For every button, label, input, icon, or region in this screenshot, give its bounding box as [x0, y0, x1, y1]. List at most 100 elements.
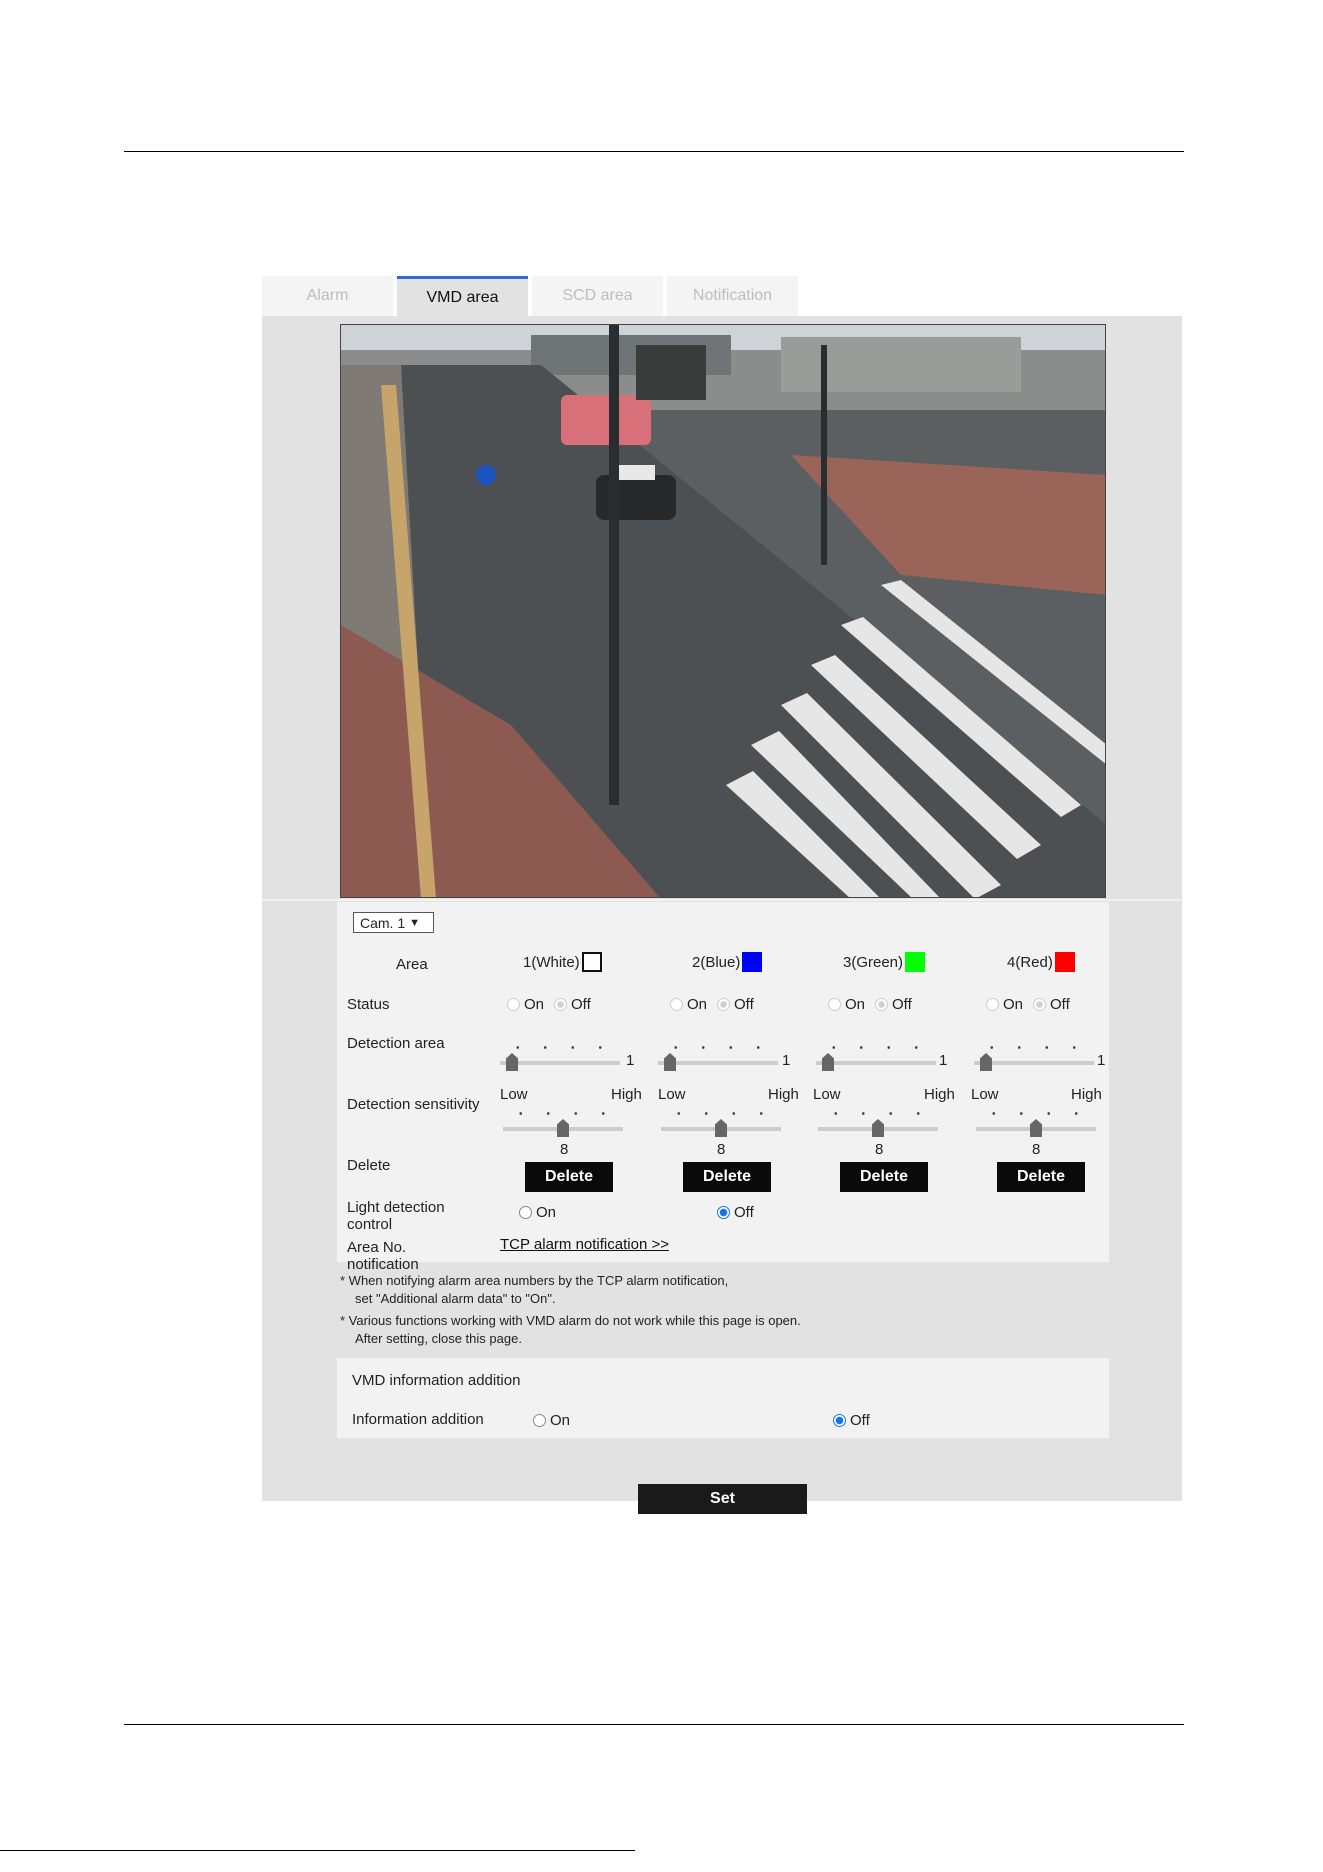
area-2-detection-area-slider[interactable]	[658, 1044, 778, 1074]
area-2-high-label: High	[768, 1086, 799, 1103]
information-addition-on-radio[interactable]	[533, 1414, 546, 1427]
light-detection-label: Light detection control	[347, 1199, 445, 1233]
area-2-detection-area-thumb[interactable]	[664, 1053, 676, 1071]
tab-alarm[interactable]: Alarm	[262, 276, 393, 316]
light-detection-off-radio[interactable]	[717, 1206, 730, 1219]
area-1-detection-area-value: 1	[626, 1052, 635, 1069]
area-2-detection-area-value: 1	[782, 1052, 791, 1069]
area-4-delete-button[interactable]: Delete	[997, 1162, 1085, 1192]
area-no-label-line1: Area No.	[347, 1239, 407, 1256]
area-2-delete-button[interactable]: Delete	[683, 1162, 771, 1192]
set-button[interactable]: Set	[638, 1484, 807, 1514]
information-addition-label: Information addition	[352, 1411, 484, 1428]
area-4-detection-area-slider[interactable]	[974, 1044, 1094, 1074]
area-2-color-swatch	[742, 952, 763, 972]
area-3-sensitivity-thumb[interactable]	[872, 1119, 884, 1137]
area-1-header: 1(White)	[523, 952, 602, 972]
area-4-status-off-label: Off	[1050, 996, 1070, 1013]
area-2-header: 2(Blue)	[692, 952, 763, 972]
area-4-sensitivity-thumb[interactable]	[1030, 1119, 1042, 1137]
tab-notification[interactable]: Notification	[667, 276, 798, 316]
slider-ticks	[504, 1046, 616, 1049]
area-1-low-label: Low	[500, 1086, 528, 1103]
light-detection-label-line2: control	[347, 1216, 393, 1233]
area-4-detection-area-value: 1	[1097, 1052, 1106, 1069]
area-2-sensitivity-slider[interactable]	[661, 1110, 781, 1140]
light-detection-off: Off	[717, 1204, 754, 1221]
area-3-sensitivity-slider[interactable]	[818, 1110, 938, 1140]
tcp-alarm-notification-link[interactable]: TCP alarm notification >>	[500, 1236, 669, 1253]
area-3-detection-area-thumb[interactable]	[822, 1053, 834, 1071]
area-4-sensitivity-slider[interactable]	[976, 1110, 1096, 1140]
area-4-sensitivity-value: 8	[1032, 1141, 1041, 1158]
area-2-low-label: Low	[658, 1086, 686, 1103]
delete-label: Delete	[347, 1157, 391, 1174]
slider-track	[500, 1061, 620, 1065]
area-4-detection-area-thumb[interactable]	[980, 1053, 992, 1071]
tab-scd-area[interactable]: SCD area	[532, 276, 663, 316]
area-2-sensitivity-thumb[interactable]	[715, 1119, 727, 1137]
area-1-sensitivity-thumb[interactable]	[557, 1119, 569, 1137]
area-3-high-label: High	[924, 1086, 955, 1103]
area-3-name: 3(Green)	[843, 953, 904, 971]
footnote-rule	[0, 1850, 635, 1851]
area-2-sensitivity-value: 8	[717, 1141, 726, 1158]
area-1-status-on-radio[interactable]	[507, 998, 520, 1011]
area-4-high-label: High	[1071, 1086, 1102, 1103]
slider-ticks	[980, 1112, 1092, 1115]
area-3-sensitivity-value: 8	[875, 1141, 884, 1158]
light-detection-on-label: On	[536, 1204, 557, 1221]
tab-vmd-area[interactable]: VMD area	[397, 276, 528, 316]
slider-track	[974, 1061, 1094, 1065]
area-3-detection-area-value: 1	[939, 1052, 948, 1069]
area-4-status-on-radio[interactable]	[986, 998, 999, 1011]
area-1-sensitivity-slider[interactable]	[503, 1110, 623, 1140]
light-detection-label-line1: Light detection	[347, 1199, 445, 1216]
area-1-status: On Off	[507, 996, 591, 1013]
area-3-header: 3(Green)	[843, 952, 926, 972]
slider-ticks	[820, 1046, 932, 1049]
camera-select[interactable]: Cam. 1 ▼	[353, 912, 434, 933]
area-4-status: On Off	[986, 996, 1070, 1013]
area-2-status-off-radio[interactable]	[717, 998, 731, 1011]
status-label: Status	[347, 996, 390, 1013]
area-1-status-off-label: Off	[571, 996, 591, 1013]
note-2-line-2: After setting, close this page.	[355, 1331, 522, 1346]
slider-ticks	[507, 1112, 619, 1115]
light-detection-on: On	[519, 1204, 556, 1221]
detection-area-label: Detection area	[347, 1035, 445, 1052]
street-scene-illustration	[341, 325, 1105, 897]
note-1-line-2: set "Additional alarm data" to "On".	[355, 1291, 556, 1306]
information-addition-off-radio[interactable]	[833, 1414, 846, 1427]
area-1-status-off-radio[interactable]	[554, 998, 568, 1011]
area-4-low-label: Low	[971, 1086, 999, 1103]
area-4-header: 4(Red)	[1007, 952, 1075, 972]
area-4-status-on-label: On	[1003, 996, 1024, 1013]
area-1-high-label: High	[611, 1086, 642, 1103]
area-3-status: On Off	[828, 996, 912, 1013]
area-3-color-swatch	[905, 952, 926, 972]
area-3-status-on-radio[interactable]	[828, 998, 841, 1011]
area-1-status-on-label: On	[524, 996, 545, 1013]
information-addition-off: Off	[833, 1412, 870, 1429]
area-3-status-off-radio[interactable]	[875, 998, 889, 1011]
area-1-delete-button[interactable]: Delete	[525, 1162, 613, 1192]
area-3-low-label: Low	[813, 1086, 841, 1103]
area-2-status-on-radio[interactable]	[670, 998, 683, 1011]
slider-track	[658, 1061, 778, 1065]
light-detection-on-radio[interactable]	[519, 1206, 532, 1219]
area-3-detection-area-slider[interactable]	[816, 1044, 936, 1074]
light-detection-off-label: Off	[734, 1204, 754, 1221]
area-3-delete-button[interactable]: Delete	[840, 1162, 928, 1192]
area-no-label-line2: notification	[347, 1256, 419, 1273]
area-1-detection-area-thumb[interactable]	[506, 1053, 518, 1071]
note-1-line-1: * When notifying alarm area numbers by t…	[340, 1273, 729, 1288]
area-1-name: 1(White)	[523, 953, 580, 971]
vmd-information-title: VMD information addition	[352, 1372, 521, 1389]
information-addition-off-label: Off	[850, 1412, 870, 1429]
slider-ticks	[978, 1046, 1090, 1049]
camera-preview-image[interactable]	[340, 324, 1106, 898]
area-label: Area	[396, 956, 428, 973]
area-1-detection-area-slider[interactable]	[500, 1044, 620, 1074]
area-4-status-off-radio[interactable]	[1033, 998, 1047, 1011]
